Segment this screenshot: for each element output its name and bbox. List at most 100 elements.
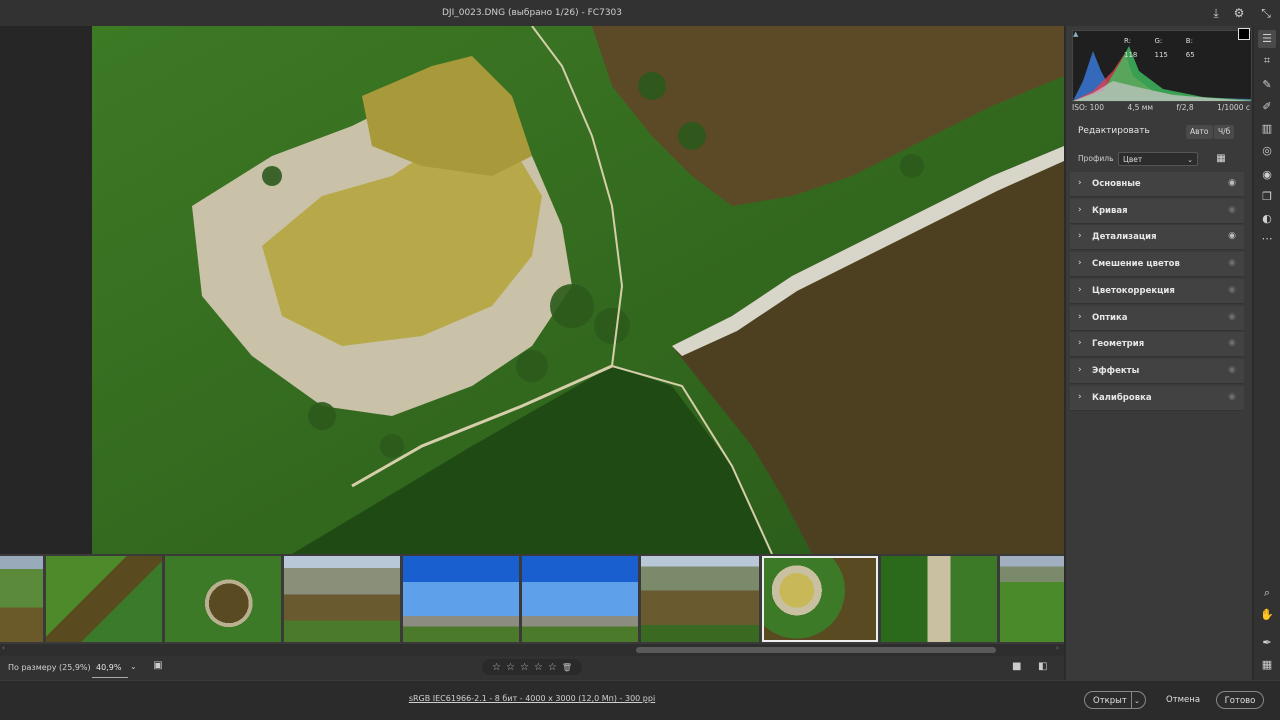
edit-section[interactable]: › Калибровка ◉ (1070, 385, 1244, 411)
cancel-button[interactable]: Отмена (1166, 691, 1200, 709)
grid-overlay-icon[interactable]: ▦ (1258, 656, 1276, 674)
done-button[interactable]: Готово (1216, 691, 1264, 709)
filmstrip-thumbnail[interactable] (46, 556, 162, 642)
auto-button[interactable]: Авто (1186, 125, 1213, 139)
separator (1131, 692, 1132, 708)
edit-section[interactable]: › Эффекты ◉ (1070, 358, 1244, 384)
star-icon[interactable]: ☆ (492, 662, 501, 673)
edit-sliders-icon[interactable]: ☰ (1258, 30, 1276, 48)
visibility-eye-icon[interactable]: ◉ (1228, 258, 1236, 268)
save-icon[interactable]: ⤓ (1208, 5, 1224, 21)
chevron-right-icon: › (1078, 391, 1082, 402)
visibility-eye-icon[interactable]: ◉ (1228, 338, 1236, 348)
hand-icon[interactable]: ✋ (1258, 606, 1276, 624)
filmstrip-thumbnail[interactable] (522, 556, 638, 642)
single-view-icon[interactable]: ■ (1012, 661, 1021, 672)
zoom-underline (92, 677, 128, 678)
star-icon[interactable]: ☆ (534, 662, 543, 673)
edit-section[interactable]: › Кривая ◉ (1070, 198, 1244, 224)
edit-section-label: Основные (1092, 179, 1141, 189)
edit-section[interactable]: › Оптика ◉ (1070, 305, 1244, 331)
edit-section-label: Детализация (1092, 232, 1157, 243)
fit-zoom-button[interactable]: По размеру (25,9%) (8, 663, 91, 672)
edit-header: Редактировать Авто Ч/б (1072, 122, 1244, 142)
star-icon[interactable]: ☆ (548, 662, 557, 673)
edit-section-label: Кривая (1092, 205, 1128, 216)
snapshots-icon[interactable]: ❐ (1258, 188, 1276, 206)
filmstrip-scroll-thumb[interactable] (636, 647, 996, 653)
collapse-icon[interactable]: ⤡ (1258, 5, 1274, 21)
zoom-value[interactable]: 40,9% (96, 663, 121, 672)
star-icon[interactable]: ☆ (520, 662, 529, 673)
chevron-right-icon: › (1078, 204, 1082, 215)
presets-icon[interactable]: ◐ (1258, 210, 1276, 228)
filmstrip-thumbnail[interactable] (1000, 556, 1064, 642)
filmstrip-thumbnail[interactable] (284, 556, 400, 642)
gradient-icon[interactable]: ▥ (1258, 120, 1276, 138)
healing-brush-icon[interactable]: ✎ (1258, 76, 1276, 94)
file-info-link[interactable]: sRGB IEC61966-2.1 - 8 бит - 4000 x 3000 … (0, 694, 1064, 703)
edit-section[interactable]: › Цветокоррекция ◉ (1070, 278, 1244, 304)
edit-section[interactable]: › Основные ◉ (1070, 172, 1244, 197)
edit-section-label: Эффекты (1092, 365, 1140, 376)
trash-icon[interactable]: 🗑 (562, 663, 572, 672)
redeye-icon[interactable]: ◉ (1258, 166, 1276, 184)
compare-view-icon[interactable]: ◧ (1038, 661, 1047, 672)
chevron-right-icon: › (1078, 258, 1082, 269)
g-value: G: 115 (1154, 37, 1168, 59)
edit-section-label: Оптика (1092, 312, 1128, 323)
gear-icon[interactable]: ⚙ (1231, 5, 1247, 21)
filmstrip-thumbnail[interactable] (403, 556, 519, 642)
crop-icon[interactable]: ⌗ (1258, 52, 1276, 70)
chevron-right-icon: › (1078, 178, 1082, 188)
scroll-left-icon[interactable]: ‹ (2, 644, 5, 652)
visibility-eye-icon[interactable]: ◉ (1228, 205, 1236, 215)
star-rating: ☆ ☆ ☆ ☆ ☆ 🗑 (482, 659, 582, 675)
more-icon[interactable]: ⋯ (1258, 230, 1276, 248)
camera-info: ISO: 100 4,5 мм f/2,8 1/1000 с (1072, 103, 1250, 117)
chevron-down-icon[interactable]: ⌄ (130, 662, 137, 671)
eyedropper-icon[interactable]: ✒ (1258, 634, 1276, 652)
zoom-icon[interactable]: ⌕ (1258, 584, 1276, 602)
filmstrip-thumbnail[interactable] (881, 556, 997, 642)
profile-value: Цвет (1123, 155, 1143, 164)
shadow-clip-icon[interactable]: ▲ (1073, 30, 1078, 38)
visibility-eye-icon[interactable]: ◉ (1228, 312, 1236, 322)
visibility-eye-icon[interactable]: ◉ (1228, 178, 1236, 188)
profile-select[interactable]: Цвет ⌄ (1118, 152, 1198, 166)
profile-label: Профиль (1078, 154, 1114, 163)
filmstrip-thumbnail[interactable] (641, 556, 759, 642)
radial-filter-icon[interactable]: ◎ (1258, 142, 1276, 160)
focal-length: 4,5 мм (1127, 103, 1154, 112)
visibility-eye-icon[interactable]: ◉ (1228, 365, 1236, 375)
filmstrip-toggle-icon[interactable]: ▣ (150, 660, 166, 674)
chevron-down-icon[interactable]: ⌄ (1134, 692, 1140, 710)
profile-browser-icon[interactable]: ▦ (1214, 152, 1228, 166)
filmstrip-thumbnail-selected[interactable] (762, 556, 878, 642)
chevron-right-icon: › (1078, 231, 1082, 242)
chevron-right-icon: › (1078, 338, 1082, 349)
visibility-eye-icon[interactable]: ◉ (1228, 231, 1236, 241)
visibility-eye-icon[interactable]: ◉ (1228, 392, 1236, 402)
highlight-clip-icon[interactable] (1238, 28, 1250, 40)
open-button[interactable]: Открыт ⌄ (1084, 691, 1146, 709)
edit-section[interactable]: › Геометрия ◉ (1070, 332, 1244, 358)
visibility-eye-icon[interactable]: ◉ (1228, 285, 1236, 295)
filmstrip-thumbnail[interactable] (165, 556, 281, 642)
edit-section[interactable]: › Смешение цветов ◉ (1070, 252, 1244, 278)
bw-button[interactable]: Ч/б (1214, 125, 1235, 139)
rgb-readout: R: 118 G: 115 B: 65 (1124, 34, 1204, 59)
edit-section[interactable]: › Детализация ◉ (1070, 225, 1244, 251)
edit-section-label: Цветокоррекция (1092, 285, 1175, 296)
aperture: f/2,8 (1176, 103, 1194, 112)
scroll-right-icon[interactable]: › (1056, 644, 1059, 652)
edit-title: Редактировать (1078, 126, 1150, 136)
star-icon[interactable]: ☆ (506, 662, 515, 673)
masking-brush-icon[interactable]: ✐ (1258, 98, 1276, 116)
filmstrip (0, 554, 1064, 644)
iso-value: ISO: 100 (1072, 103, 1104, 112)
filmstrip-thumbnail[interactable] (0, 556, 43, 642)
open-button-label: Открыт (1093, 696, 1127, 706)
main-image-preview[interactable] (92, 26, 1064, 554)
chevron-right-icon: › (1078, 311, 1082, 322)
